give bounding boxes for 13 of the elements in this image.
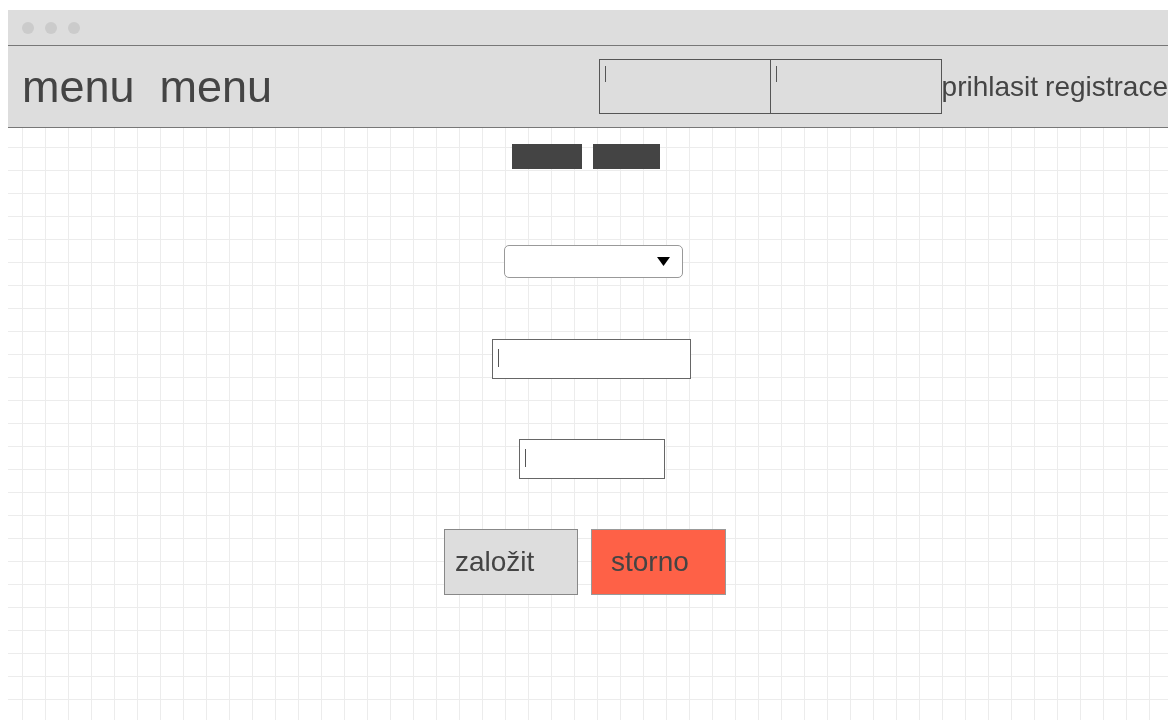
dropdown-arrow-icon bbox=[656, 257, 670, 266]
input-field[interactable] bbox=[770, 59, 942, 114]
dropdown[interactable] bbox=[503, 245, 683, 278]
placeholder-block bbox=[512, 144, 582, 169]
header-link[interactable]: registrace bbox=[1045, 70, 1168, 103]
input-field[interactable] bbox=[491, 339, 691, 379]
input-field[interactable] bbox=[598, 59, 771, 114]
header-link[interactable]: prihlasit bbox=[941, 70, 1039, 103]
create-button[interactable]: založit bbox=[444, 529, 578, 595]
menu-item[interactable]: menu bbox=[159, 60, 273, 113]
placeholder-block bbox=[593, 144, 660, 169]
menu-item[interactable]: menu bbox=[22, 60, 135, 113]
input-field[interactable] bbox=[519, 439, 665, 479]
